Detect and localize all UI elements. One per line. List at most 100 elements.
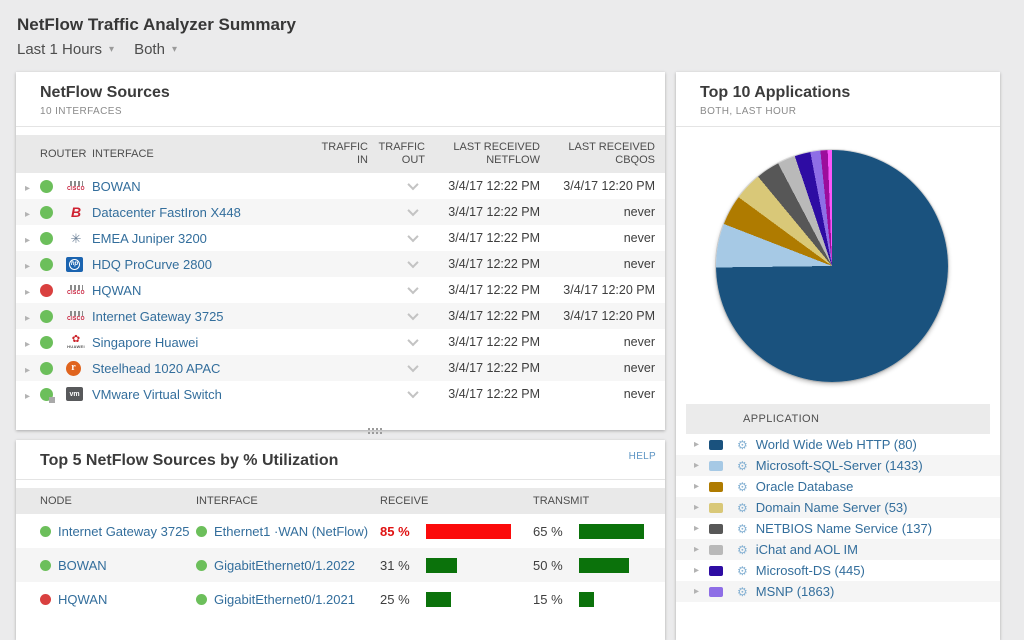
top5-header: Top 5 NetFlow Sources by % Utilization bbox=[16, 440, 665, 480]
application-list: ▸ ⚙ World Wide Web HTTP (80) ▸ ⚙ Microso… bbox=[676, 434, 1000, 602]
last-received-netflow: 3/4/17 12:22 PM bbox=[425, 205, 540, 219]
list-item: ▸ ⚙ MSNP (1863) bbox=[676, 581, 1000, 602]
router-link[interactable]: Internet Gateway 3725 bbox=[92, 309, 308, 324]
panel-subtitle: 10 INTERFACES bbox=[40, 106, 641, 117]
chevron-down-icon[interactable] bbox=[407, 257, 418, 268]
chevron-down-icon[interactable] bbox=[407, 283, 418, 294]
vmware-logo-icon: vm bbox=[66, 387, 83, 401]
last-received-netflow: 3/4/17 12:22 PM bbox=[425, 283, 540, 297]
application-link[interactable]: Microsoft-SQL-Server (1433) bbox=[756, 458, 923, 473]
application-list-header: APPLICATION bbox=[686, 404, 990, 434]
receive-bar bbox=[426, 524, 511, 539]
gear-icon: ⚙ bbox=[737, 544, 748, 556]
transmit-bar bbox=[579, 558, 629, 573]
router-link[interactable]: HDQ ProCurve 2800 bbox=[92, 257, 308, 272]
status-up-icon bbox=[40, 526, 51, 537]
last-received-cbqos: 3/4/17 12:20 PM bbox=[540, 179, 655, 193]
router-link[interactable]: HQWAN bbox=[92, 283, 308, 298]
transmit-percent: 50 % bbox=[533, 558, 579, 573]
chevron-down-icon[interactable] bbox=[407, 205, 418, 216]
chevron-down-icon[interactable] bbox=[407, 335, 418, 346]
table-row: ▸ CISCO BOWAN 3/4/17 12:22 PM 3/4/17 12:… bbox=[16, 173, 665, 199]
expand-arrow-icon[interactable]: ▸ bbox=[694, 586, 704, 597]
legend-swatch bbox=[709, 503, 723, 513]
applications-pie-chart[interactable] bbox=[716, 150, 948, 382]
expand-arrow-icon[interactable]: ▸ bbox=[25, 183, 30, 194]
chevron-down-icon[interactable] bbox=[407, 231, 418, 242]
expand-arrow-icon[interactable]: ▸ bbox=[694, 460, 704, 471]
col-node: NODE bbox=[16, 495, 196, 507]
expand-arrow-icon[interactable]: ▸ bbox=[25, 261, 30, 272]
node-link[interactable]: HQWAN bbox=[58, 592, 107, 607]
legend-swatch bbox=[709, 440, 723, 450]
chevron-down-icon[interactable] bbox=[407, 387, 418, 398]
col-interface: INTERFACE bbox=[196, 495, 380, 507]
expand-arrow-icon[interactable]: ▸ bbox=[25, 209, 30, 220]
receive-percent: 31 % bbox=[380, 558, 426, 573]
expand-arrow-icon[interactable]: ▸ bbox=[25, 235, 30, 246]
application-link[interactable]: Microsoft-DS (445) bbox=[756, 563, 865, 578]
expand-arrow-icon[interactable]: ▸ bbox=[694, 502, 704, 513]
router-link[interactable]: EMEA Juniper 3200 bbox=[92, 231, 308, 246]
status-up-icon bbox=[40, 258, 53, 271]
node-link[interactable]: BOWAN bbox=[58, 558, 107, 573]
expand-arrow-icon[interactable]: ▸ bbox=[694, 439, 704, 450]
chevron-down-icon[interactable] bbox=[407, 361, 418, 372]
expand-arrow-icon[interactable]: ▸ bbox=[25, 339, 30, 350]
expand-arrow-icon[interactable]: ▸ bbox=[694, 481, 704, 492]
interface-link[interactable]: Ethernet1 ·WAN (NetFlow) bbox=[214, 524, 368, 539]
application-link[interactable]: NETBIOS Name Service (137) bbox=[756, 521, 932, 536]
expand-arrow-icon[interactable]: ▸ bbox=[25, 287, 30, 298]
router-link[interactable]: VMware Virtual Switch bbox=[92, 387, 308, 402]
expand-arrow-icon[interactable]: ▸ bbox=[25, 391, 30, 402]
interface-link[interactable]: GigabitEthernet0/1.2021 bbox=[214, 592, 355, 607]
gear-icon: ⚙ bbox=[737, 586, 748, 598]
table-row: HQWAN GigabitEthernet0/1.2021 25 % 15 % bbox=[16, 582, 665, 616]
direction-dropdown[interactable]: Both ▾ bbox=[134, 41, 177, 58]
router-link[interactable]: Singapore Huawei bbox=[92, 335, 308, 350]
last-received-cbqos: never bbox=[540, 205, 655, 219]
node-link[interactable]: Internet Gateway 3725 bbox=[58, 524, 190, 539]
top10-applications-panel: Top 10 Applications BOTH, LAST HOUR APPL… bbox=[676, 72, 1000, 640]
receive-bar bbox=[426, 592, 451, 607]
table-row: ▸ vm VMware Virtual Switch 3/4/17 12:22 … bbox=[16, 381, 665, 407]
status-up-icon bbox=[40, 310, 53, 323]
interface-link[interactable]: GigabitEthernet0/1.2022 bbox=[214, 558, 355, 573]
time-range-dropdown[interactable]: Last 1 Hours ▾ bbox=[17, 41, 114, 58]
chevron-down-icon[interactable] bbox=[407, 309, 418, 320]
gear-icon: ⚙ bbox=[737, 523, 748, 535]
expand-arrow-icon[interactable]: ▸ bbox=[25, 365, 30, 376]
status-up-icon bbox=[40, 180, 53, 193]
juniper-logo-icon: ✳ bbox=[66, 232, 86, 245]
router-link[interactable]: Steelhead 1020 APAC bbox=[92, 361, 308, 376]
router-link[interactable]: Datacenter FastIron X448 bbox=[92, 205, 308, 220]
application-link[interactable]: World Wide Web HTTP (80) bbox=[756, 437, 917, 452]
list-item: ▸ ⚙ Microsoft-DS (445) bbox=[676, 560, 1000, 581]
help-link[interactable]: HELP bbox=[629, 451, 656, 462]
application-link[interactable]: Domain Name Server (53) bbox=[756, 500, 908, 515]
status-down-icon bbox=[40, 594, 51, 605]
legend-swatch bbox=[709, 461, 723, 471]
gear-icon: ⚙ bbox=[737, 502, 748, 514]
expand-arrow-icon[interactable]: ▸ bbox=[694, 544, 704, 555]
application-link[interactable]: MSNP (1863) bbox=[756, 584, 835, 599]
table-row: ▸ ✿HUAWEI Singapore Huawei 3/4/17 12:22 … bbox=[16, 329, 665, 355]
router-link[interactable]: BOWAN bbox=[92, 179, 308, 194]
chevron-down-icon[interactable] bbox=[407, 179, 418, 190]
expand-arrow-icon[interactable]: ▸ bbox=[25, 313, 30, 324]
expand-arrow-icon[interactable]: ▸ bbox=[694, 523, 704, 534]
status-up-icon bbox=[40, 336, 53, 349]
last-received-netflow: 3/4/17 12:22 PM bbox=[425, 257, 540, 271]
status-up-icon bbox=[40, 232, 53, 245]
application-link[interactable]: iChat and AOL IM bbox=[756, 542, 858, 557]
resize-grip[interactable] bbox=[368, 428, 382, 434]
netflow-sources-header: NetFlow Sources 10 INTERFACES bbox=[16, 72, 665, 127]
last-received-netflow: 3/4/17 12:22 PM bbox=[425, 361, 540, 375]
last-received-netflow: 3/4/17 12:22 PM bbox=[425, 231, 540, 245]
receive-percent: 25 % bbox=[380, 592, 426, 607]
expand-arrow-icon[interactable]: ▸ bbox=[694, 565, 704, 576]
application-link[interactable]: Oracle Database bbox=[756, 479, 854, 494]
transmit-percent: 65 % bbox=[533, 524, 579, 539]
time-range-value: Last 1 Hours bbox=[17, 41, 102, 58]
list-item: ▸ ⚙ iChat and AOL IM bbox=[676, 539, 1000, 560]
